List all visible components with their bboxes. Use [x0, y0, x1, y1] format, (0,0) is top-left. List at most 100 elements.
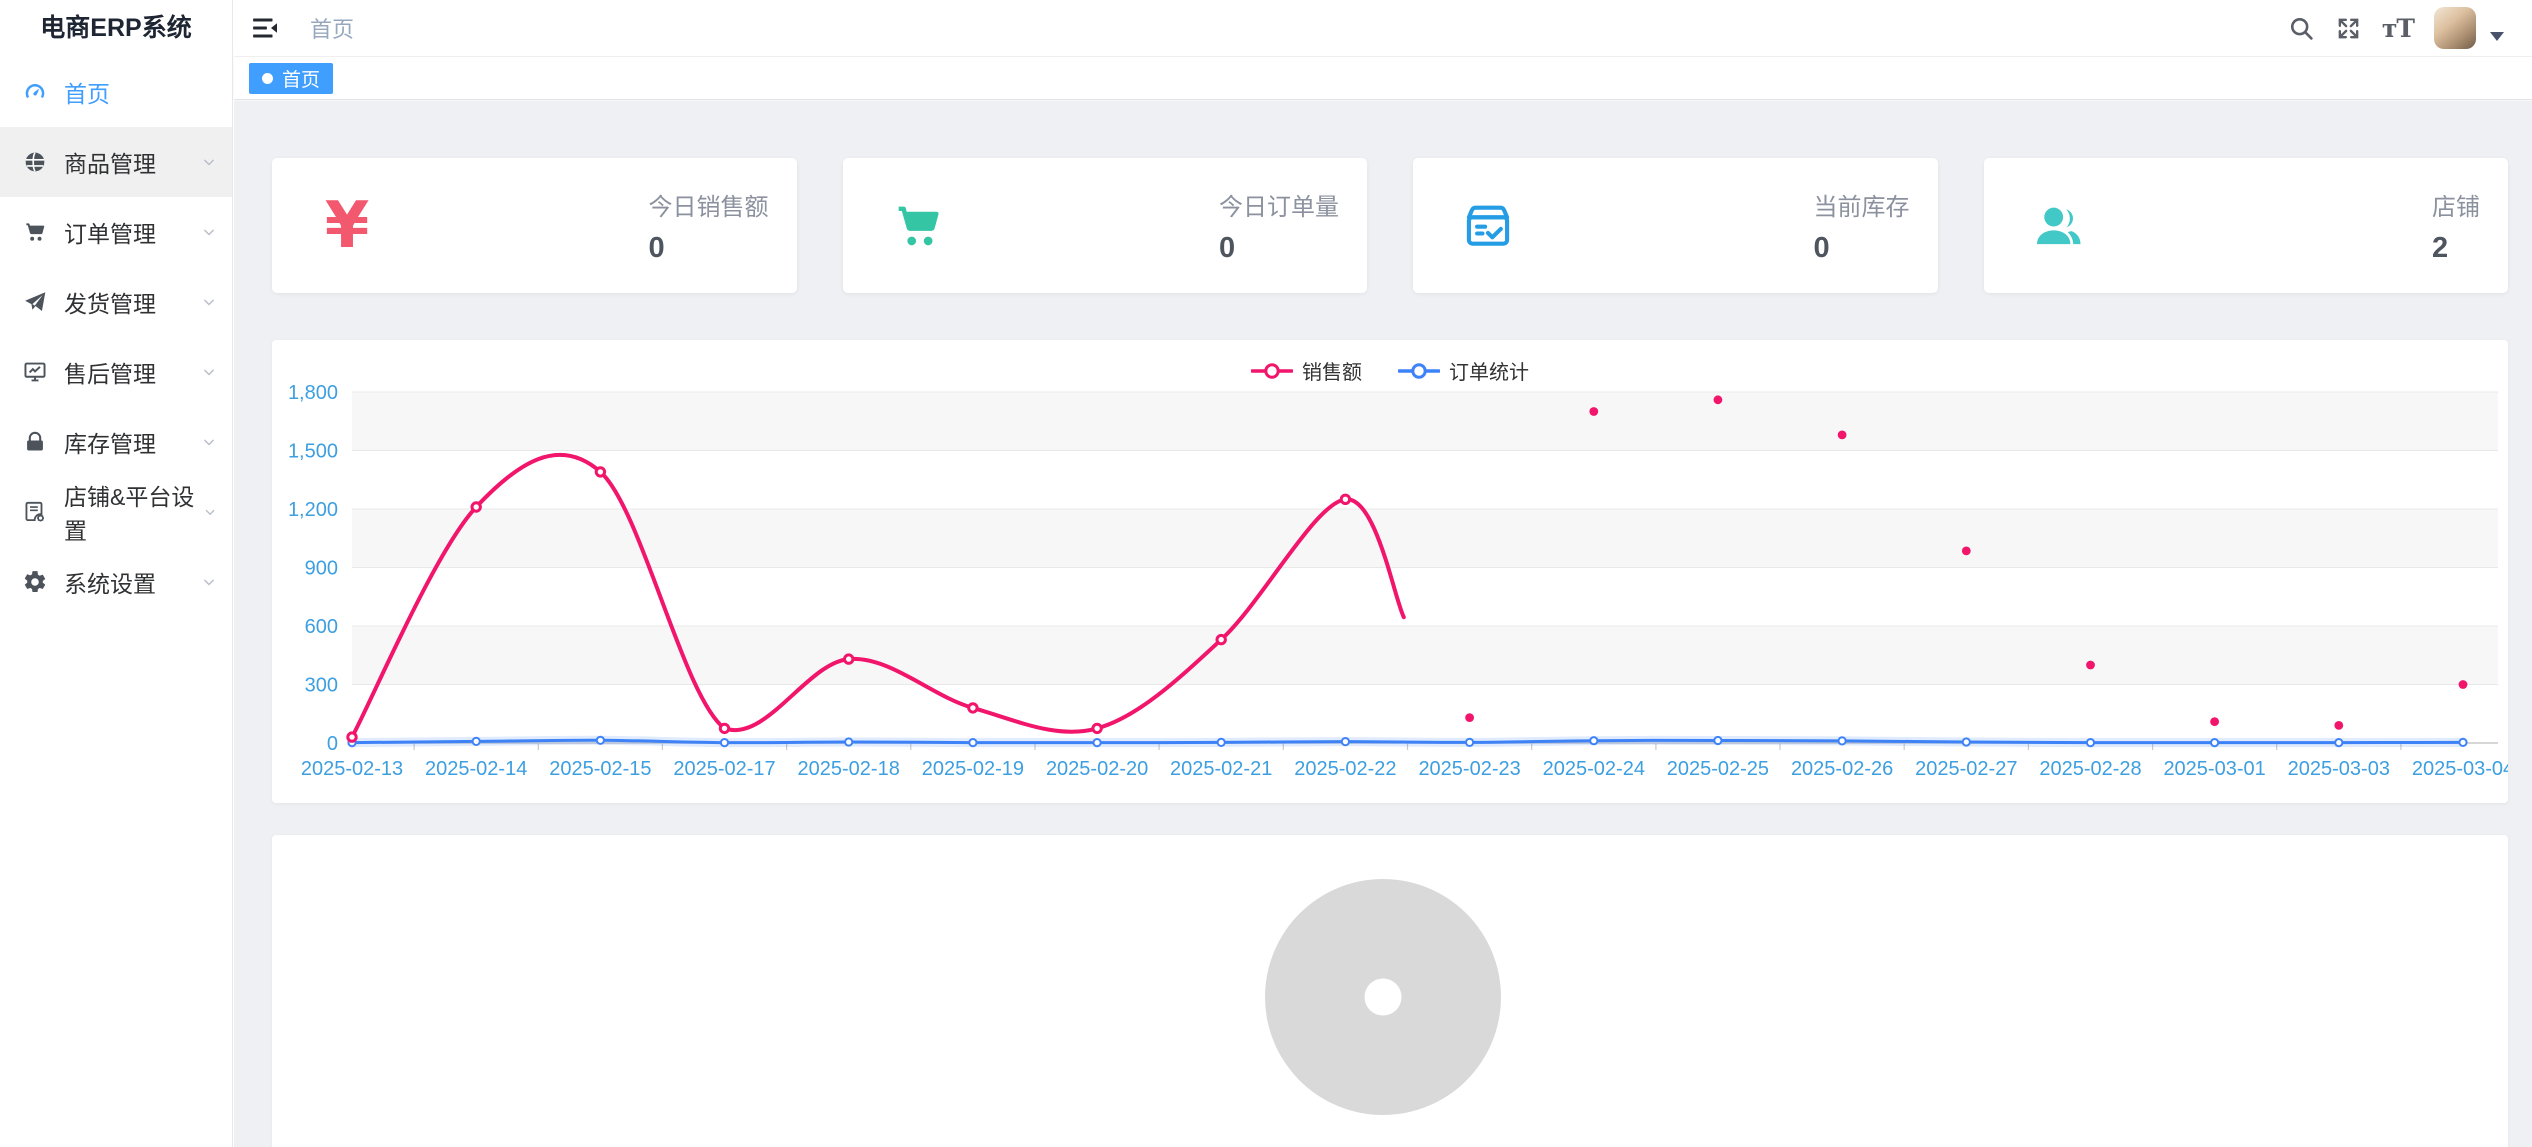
monitor-icon — [22, 359, 48, 385]
shop-settings-icon — [22, 499, 48, 525]
svg-text:2025-02-13: 2025-02-13 — [301, 758, 403, 780]
search-button[interactable] — [2288, 15, 2315, 42]
sidebar-item-label: 店铺&平台设置 — [64, 478, 202, 546]
svg-text:2025-02-19: 2025-02-19 — [922, 758, 1024, 780]
svg-text:2025-02-27: 2025-02-27 — [1915, 758, 2017, 780]
sidebar-item-label: 库存管理 — [64, 425, 156, 459]
stat-card-label: 店铺 — [2432, 187, 2480, 222]
donut-chart-panel — [272, 835, 2508, 1147]
chevron-down-icon — [202, 503, 218, 521]
sidebar-item-label: 商品管理 — [64, 145, 156, 179]
sidebar-item-label: 发货管理 — [64, 285, 156, 319]
fullscreen-button[interactable] — [2335, 15, 2362, 42]
sidebar-item-system[interactable]: 系统设置 — [0, 547, 232, 617]
send-icon — [22, 289, 48, 315]
chevron-down-icon — [200, 363, 218, 381]
shop-settings-icon — [22, 499, 48, 525]
cart-icon — [889, 197, 947, 255]
cart-icon — [887, 195, 949, 257]
peoples-icon — [2028, 195, 2090, 257]
sidebar-item-after-sale[interactable]: 售后管理 — [0, 337, 232, 407]
line-chart: 03006009001,2001,5001,8002025-02-132025-… — [272, 340, 2508, 803]
topbar-actions: тT — [2288, 7, 2504, 49]
box-check-icon — [1459, 197, 1517, 255]
chevron-down-icon — [200, 573, 218, 591]
svg-text:300: 300 — [305, 675, 338, 697]
stat-card-value: 0 — [649, 232, 769, 265]
svg-text:2025-03-03: 2025-03-03 — [2288, 758, 2390, 780]
avatar-caret-down-icon[interactable] — [2490, 32, 2504, 41]
svg-text:1,800: 1,800 — [288, 382, 338, 404]
svg-text:2025-03-01: 2025-03-01 — [2163, 758, 2265, 780]
avatar[interactable] — [2434, 7, 2476, 49]
font-size-button[interactable]: тT — [2382, 14, 2414, 43]
sidebar: 电商ERP系统 首页 商品管理 订单管理 发货管理 售后管理 库存管理 — [0, 0, 233, 1147]
collapse-sidebar-button[interactable] — [250, 13, 280, 43]
gear-icon — [22, 569, 48, 595]
lock-icon — [22, 429, 48, 455]
stat-card-3: 当前库存 0 — [1413, 158, 1938, 293]
sidebar-item-label: 订单管理 — [64, 215, 156, 249]
stat-card-4: 店铺 2 — [1984, 158, 2509, 293]
stat-cards-row: ¥ 今日销售额 0 今日订单量 0 当前库存 0 店铺 2 — [272, 158, 2508, 293]
gear-icon — [22, 569, 48, 595]
fullscreen-icon — [2335, 15, 2362, 42]
legend-item-orders[interactable]: 订单统计 — [1398, 356, 1529, 385]
dashboard-content: ¥ 今日销售额 0 今日订单量 0 当前库存 0 店铺 2 销售额 订单统计 0 3… — [234, 101, 2532, 1147]
peoples-icon — [2030, 197, 2088, 255]
send-icon — [22, 289, 48, 315]
legend-label: 销售额 — [1302, 356, 1362, 385]
svg-text:2025-02-18: 2025-02-18 — [798, 758, 900, 780]
stat-card-value: 0 — [1814, 232, 1910, 265]
chevron-down-icon — [200, 153, 218, 171]
svg-text:1,500: 1,500 — [288, 441, 338, 463]
svg-text:600: 600 — [305, 616, 338, 638]
stat-card-label: 当前库存 — [1814, 187, 1910, 222]
stat-card-value: 0 — [1219, 232, 1339, 265]
sidebar-item-shipping[interactable]: 发货管理 — [0, 267, 232, 337]
yen-icon: ¥ — [316, 195, 378, 257]
legend-marker-icon — [1251, 361, 1293, 381]
globe-icon — [22, 149, 48, 175]
svg-text:2025-02-25: 2025-02-25 — [1667, 758, 1769, 780]
line-chart-svg: 03006009001,2001,5001,8002025-02-132025-… — [272, 340, 2508, 803]
sidebar-item-label: 售后管理 — [64, 355, 156, 389]
sidebar-item-products[interactable]: 商品管理 — [0, 127, 232, 197]
svg-text:900: 900 — [305, 558, 338, 580]
tags-bar: 首页 — [234, 57, 2532, 100]
svg-text:2025-02-17: 2025-02-17 — [673, 758, 775, 780]
stat-card-2: 今日订单量 0 — [843, 158, 1368, 293]
svg-text:2025-02-21: 2025-02-21 — [1170, 758, 1272, 780]
tag-active-dot — [262, 73, 273, 84]
cart-icon — [22, 219, 48, 245]
sidebar-item-shop-platform[interactable]: 店铺&平台设置 — [0, 477, 232, 547]
stat-card-label: 今日订单量 — [1219, 187, 1339, 222]
sidebar-menu: 首页 商品管理 订单管理 发货管理 售后管理 库存管理 店铺&平台设置 — [0, 57, 232, 617]
chart-legend: 销售额 订单统计 — [272, 356, 2508, 385]
legend-label: 订单统计 — [1449, 356, 1529, 385]
tag-home[interactable]: 首页 — [249, 63, 333, 94]
svg-text:2025-02-20: 2025-02-20 — [1046, 758, 1148, 780]
svg-text:2025-02-24: 2025-02-24 — [1543, 758, 1645, 780]
svg-text:2025-02-26: 2025-02-26 — [1791, 758, 1893, 780]
hamburger-icon — [250, 13, 280, 43]
svg-text:2025-02-23: 2025-02-23 — [1418, 758, 1520, 780]
topbar: 首页 тT — [234, 0, 2532, 57]
dashboard-icon — [22, 79, 48, 105]
svg-text:0: 0 — [327, 733, 338, 755]
svg-text:2025-02-22: 2025-02-22 — [1294, 758, 1396, 780]
tag-label: 首页 — [282, 65, 320, 92]
legend-marker-icon — [1398, 361, 1440, 381]
chevron-down-icon — [200, 433, 218, 451]
box-check-icon — [1457, 195, 1519, 257]
cart-icon — [22, 219, 48, 245]
sidebar-item-orders[interactable]: 订单管理 — [0, 197, 232, 267]
sidebar-item-home[interactable]: 首页 — [0, 57, 232, 127]
stat-card-value: 2 — [2432, 232, 2480, 265]
svg-text:2025-02-15: 2025-02-15 — [549, 758, 651, 780]
search-icon — [2288, 15, 2315, 42]
sales-chart-panel: 销售额订单统计 03006009001,2001,5001,8002025-02… — [272, 340, 2508, 803]
legend-item-sales[interactable]: 销售额 — [1251, 356, 1362, 385]
sidebar-item-inventory[interactable]: 库存管理 — [0, 407, 232, 477]
donut-chart-svg — [272, 835, 2508, 1147]
